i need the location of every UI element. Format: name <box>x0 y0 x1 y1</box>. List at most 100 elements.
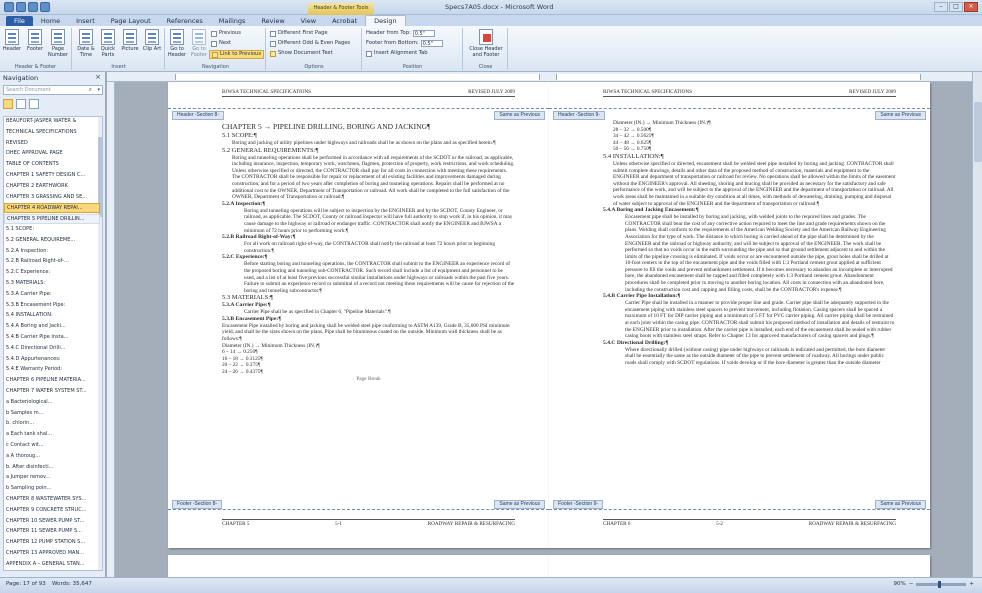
undo-icon[interactable] <box>28 2 38 12</box>
nav-heading-item[interactable]: APPENDIX A – GENERAL STAN... <box>4 560 100 570</box>
page-body[interactable]: CHAPTER 5 → PIPELINE DRILLING, BORING AN… <box>222 122 515 494</box>
close-header-footer-button[interactable]: Close Header and Footer <box>468 29 504 58</box>
tab-design[interactable]: Design <box>365 15 406 26</box>
nav-heading-item[interactable]: CHAPTER 10 SEWER PUMP ST... <box>4 517 100 527</box>
tab-review[interactable]: Review <box>253 16 292 26</box>
nav-heading-item[interactable]: a Each tank shal... <box>4 430 100 440</box>
zoom-level[interactable]: 90% <box>894 581 906 587</box>
nav-heading-item[interactable]: 5.4.D Appurtenances: <box>4 355 100 365</box>
different-odd-even-checkbox[interactable]: Different Odd & Even Pages <box>270 40 350 47</box>
headings-view-icon[interactable] <box>3 99 13 109</box>
vertical-scrollbar[interactable] <box>972 72 982 577</box>
tab-acrobat[interactable]: Acrobat <box>324 16 365 26</box>
previous-button[interactable]: Previous <box>211 30 241 37</box>
nav-heading-item[interactable]: CHAPTER 12 PUMP STATION S... <box>4 538 100 548</box>
next-button[interactable]: Next <box>211 40 231 47</box>
nav-heading-item[interactable]: DHEC APPROVAL PAGE <box>4 149 100 159</box>
nav-heading-item[interactable]: CHAPTER 2 EARTHWORK <box>4 182 100 192</box>
zoom-out-icon[interactable]: − <box>909 581 914 587</box>
tab-view[interactable]: View <box>293 16 324 26</box>
nav-heading-item[interactable]: REVISED <box>4 139 100 149</box>
nav-heading-item[interactable]: c Contact wit... <box>4 441 100 451</box>
nav-heading-item[interactable]: 5.3.B Encasement Pipe: <box>4 301 100 311</box>
nav-heading-item[interactable]: b Sampling poin... <box>4 484 100 494</box>
tab-file[interactable]: File <box>6 16 33 26</box>
maximize-button[interactable]: □ <box>949 2 963 12</box>
nav-heading-item[interactable]: 5.2.A Inspection: <box>4 247 100 257</box>
link-to-previous-button[interactable]: Link to Previous <box>209 50 265 59</box>
header-button[interactable]: Header <box>1 29 23 52</box>
nav-heading-item[interactable]: CHAPTER 11 SEWER PUMP S... <box>4 527 100 537</box>
navigation-search-input[interactable]: Search Document ⌕ ▾ <box>3 85 103 95</box>
nav-heading-item[interactable]: 5.4.C Directional Drilli... <box>4 344 100 354</box>
nav-heading-item[interactable]: CHAPTER 4 ROADWAY REPAI... <box>4 203 100 214</box>
quick-parts-button[interactable]: Quick Parts <box>97 29 119 58</box>
minimize-button[interactable]: – <box>934 2 948 12</box>
nav-heading-item[interactable]: 5.4.E Warranty Period: <box>4 365 100 375</box>
save-icon[interactable] <box>16 2 26 12</box>
search-icon[interactable]: ⌕ <box>89 86 92 94</box>
nav-heading-item[interactable]: CHAPTER 9 CONCRETE STRUC... <box>4 506 100 516</box>
nav-heading-item[interactable]: TECHNICAL SPECIFICATIONS <box>4 128 100 138</box>
nav-heading-item[interactable]: b. chlorin... <box>4 419 100 429</box>
nav-heading-item[interactable]: b. After disinfecti... <box>4 463 100 473</box>
page-count[interactable]: Page: 17 of 93 <box>6 581 46 587</box>
document-page-right[interactable]: BJWSA TECHNICAL SPECIFICATIONS REVISED JU… <box>549 82 930 548</box>
nav-heading-item[interactable]: 5.4.B Carrier Pipe Insta... <box>4 333 100 343</box>
scrollbar-thumb[interactable] <box>974 102 982 162</box>
close-navigation-button[interactable]: × <box>95 73 101 81</box>
header-from-top-input[interactable]: 0.5" <box>412 30 435 37</box>
page-footer[interactable]: CHAPTER 5 5-1 ROADWAY REPAIR & RESURFACING <box>222 519 515 527</box>
nav-heading-item[interactable]: 5.2.B Railroad Right-of-... <box>4 257 100 267</box>
nav-heading-item[interactable]: CHAPTER 1 SAFETY DESIGN C... <box>4 171 100 181</box>
page-header[interactable]: BJWSA TECHNICAL SPECIFICATIONS REVISED JU… <box>222 89 515 97</box>
nav-heading-item[interactable]: a Bacteriological... <box>4 398 100 408</box>
picture-button[interactable]: Picture <box>119 29 141 52</box>
page-header[interactable]: BJWSA TECHNICAL SPECIFICATIONS REVISED JU… <box>603 89 896 97</box>
nav-heading-item[interactable]: TABLE OF CONTENTS <box>4 160 100 170</box>
go-to-header-button[interactable]: Go to Header <box>166 29 188 58</box>
insert-alignment-tab-button[interactable]: Insert Alignment Tab <box>366 50 428 57</box>
nav-heading-item[interactable]: 5.4.A Boring and Jacki... <box>4 322 100 332</box>
results-view-icon[interactable] <box>29 99 39 109</box>
zoom-slider-thumb[interactable] <box>938 580 942 588</box>
tab-references[interactable]: References <box>159 16 211 26</box>
document-page-left[interactable]: BJWSA TECHNICAL SPECIFICATIONS REVISED JU… <box>168 82 549 548</box>
nav-heading-item[interactable]: 5.1 SCOPE: <box>4 225 100 235</box>
chevron-down-icon[interactable]: ▾ <box>97 86 100 94</box>
footer-from-bottom-input[interactable]: 0.5" <box>420 40 443 47</box>
nav-heading-item[interactable]: a A thoroug... <box>4 452 100 462</box>
page-footer[interactable]: CHAPTER 6 5-2 ROADWAY REPAIR & RESURFACING <box>603 519 896 527</box>
nav-heading-item[interactable]: a Jumper remov... <box>4 473 100 483</box>
different-first-page-checkbox[interactable]: Different First Page <box>270 30 328 37</box>
nav-heading-item[interactable]: CHAPTER 6 PIPELINE MATERIA... <box>4 376 100 386</box>
nav-heading-item[interactable]: CHAPTER 7 WATER SYSTEM ST... <box>4 387 100 397</box>
clip-art-button[interactable]: Clip Art <box>141 29 163 52</box>
nav-heading-item[interactable]: 5.2 GENERAL REQUIREME... <box>4 236 100 246</box>
date-time-button[interactable]: Date & Time <box>75 29 97 58</box>
tab-home[interactable]: Home <box>33 16 68 26</box>
tab-insert[interactable]: Insert <box>68 16 103 26</box>
nav-heading-item[interactable]: CHAPTER 5 PIPELINE DRILLIN... <box>4 214 100 225</box>
redo-icon[interactable] <box>40 2 50 12</box>
nav-heading-item[interactable]: 5.3 MATERIALS: <box>4 279 100 289</box>
nav-heading-item[interactable]: CHAPTER 13 APPROVED MAN... <box>4 549 100 559</box>
zoom-in-icon[interactable]: + <box>969 581 974 587</box>
zoom-slider[interactable] <box>916 580 967 588</box>
nav-heading-item[interactable]: CHAPTER 8 WASTEWATER SYS... <box>4 495 100 505</box>
tab-mailings[interactable]: Mailings <box>211 16 254 26</box>
vertical-ruler[interactable] <box>107 82 115 577</box>
nav-heading-item[interactable]: CHAPTER 3 GRASSING AND SE... <box>4 193 100 203</box>
nav-heading-item[interactable]: 5.3.A Carrier Pipe: <box>4 290 100 300</box>
close-window-button[interactable]: ✕ <box>964 2 978 12</box>
pages-view-icon[interactable] <box>16 99 26 109</box>
show-document-text-checkbox[interactable]: Show Document Text <box>270 50 333 57</box>
word-count[interactable]: Words: 35,647 <box>52 581 92 587</box>
nav-heading-item[interactable]: 5.4 INSTALLATION: <box>4 311 100 321</box>
go-to-footer-button[interactable]: Go to Footer <box>188 29 210 58</box>
nav-heading-item[interactable]: 5.2.C Experience: <box>4 268 100 278</box>
nav-heading-item[interactable]: BEAUFORT-JASPER WATER & <box>4 117 100 127</box>
page-body[interactable]: Diameter (IN.) → Minimum Thickness (IN.)… <box>603 120 896 492</box>
word-logo-icon[interactable] <box>4 2 14 12</box>
tab-page-layout[interactable]: Page Layout <box>103 16 159 26</box>
